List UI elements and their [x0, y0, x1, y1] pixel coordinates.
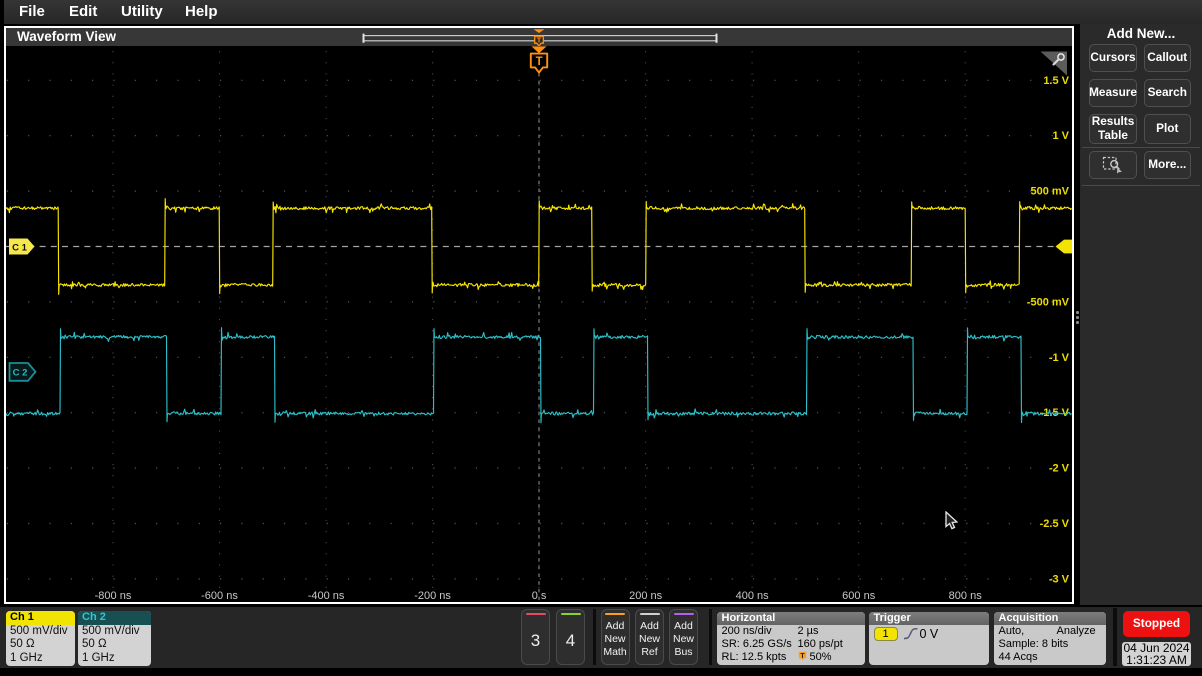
svg-text:T: T [536, 56, 543, 68]
svg-text:-800 ns: -800 ns [95, 590, 132, 602]
svg-text:1 V: 1 V [1052, 130, 1069, 142]
svg-text:C 1: C 1 [12, 242, 28, 253]
svg-text:800 ns: 800 ns [949, 590, 983, 602]
svg-text:1.5 V: 1.5 V [1043, 75, 1069, 87]
svg-text:-500 mV: -500 mV [1027, 296, 1070, 308]
svg-text:-2.5 V: -2.5 V [1040, 518, 1070, 530]
svg-text:-200 ns: -200 ns [414, 590, 451, 602]
svg-text:T: T [537, 36, 542, 45]
svg-text:500 mV: 500 mV [1030, 186, 1069, 198]
svg-text:400 ns: 400 ns [736, 590, 770, 602]
svg-text:200 ns: 200 ns [629, 590, 663, 602]
svg-text:600 ns: 600 ns [842, 590, 876, 602]
svg-text:-600 ns: -600 ns [201, 590, 238, 602]
svg-text:C 2: C 2 [13, 368, 28, 379]
svg-text:-400 ns: -400 ns [308, 590, 345, 602]
svg-text:-3 V: -3 V [1049, 573, 1070, 585]
svg-text:T: T [800, 653, 805, 660]
svg-text:-2 V: -2 V [1049, 463, 1070, 475]
svg-text:-1 V: -1 V [1049, 352, 1070, 364]
